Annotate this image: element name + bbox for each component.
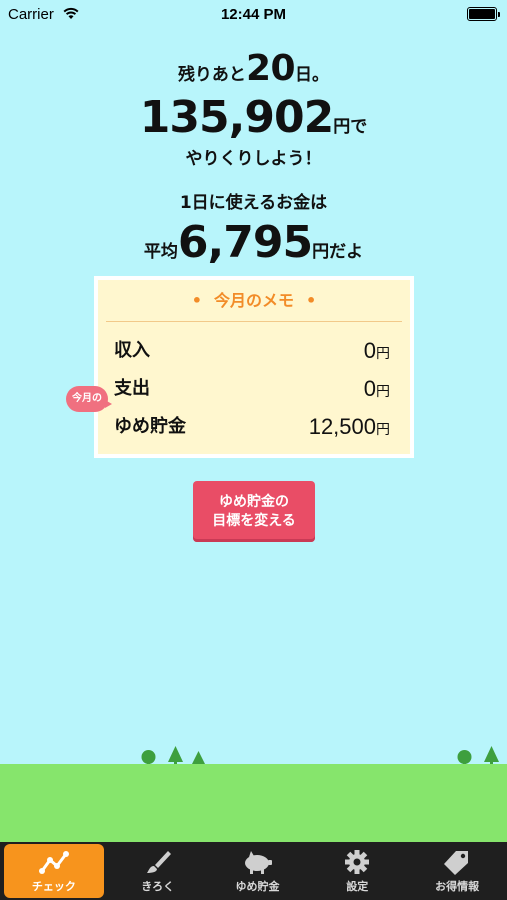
tab-record[interactable]: きろく <box>108 842 208 900</box>
expense-value: 0円 <box>364 374 390 407</box>
yen-unit: 円 <box>376 384 390 400</box>
days-prefix: 残りあと <box>177 65 246 85</box>
budget-summary: 残りあと20日。 135,902円で やりくりしよう！ 1日に使えるお金は 平均… <box>0 44 507 266</box>
tab-dream-savings-label: ゆめ貯金 <box>235 880 280 893</box>
dream-savings-label: ゆめ貯金 <box>114 416 186 437</box>
yen-unit: 円 <box>376 346 390 362</box>
tagline: やりくりしよう！ <box>185 149 322 169</box>
daily-amount: 6,795 <box>177 217 313 268</box>
days-suffix: 日。 <box>295 65 330 85</box>
monthly-memo-card: • 今月のメモ • 収入 0円 支出 0円 ゆめ貯金 12,500円 <box>94 276 414 458</box>
memo-title-text: 今月のメモ <box>213 291 294 310</box>
memo-row-expense: 支出 0円 <box>114 374 390 404</box>
memo-title: • 今月のメモ • <box>106 280 402 322</box>
income-value: 0円 <box>364 336 390 369</box>
daily-label: 1日に使えるお金は <box>179 193 328 213</box>
days-left-line: 残りあと20日。 <box>0 44 507 94</box>
battery-icon <box>467 7 500 21</box>
bullet-dot-icon: • <box>191 291 202 310</box>
income-label: 収入 <box>114 340 150 361</box>
dream-savings-amount: 12,500 <box>308 414 376 439</box>
gear-icon <box>345 850 370 874</box>
brush-icon <box>146 851 171 873</box>
bullet-dot-icon: • <box>306 291 317 310</box>
yen-unit: 円 <box>376 422 390 438</box>
tab-settings-label: 設定 <box>346 880 369 893</box>
dream-savings-value: 12,500円 <box>309 412 390 445</box>
expense-amount: 0 <box>363 376 376 401</box>
expense-label: 支出 <box>114 378 150 399</box>
change-dream-goal-button[interactable]: ゆめ貯金の 目標を変える <box>193 481 315 542</box>
memo-row-income: 収入 0円 <box>114 336 390 366</box>
piggy-bank-icon <box>245 851 273 874</box>
clock: 12:44 PM <box>220 6 287 23</box>
average-prefix: 平均 <box>143 242 178 262</box>
tab-deals-label: お得情報 <box>435 880 480 893</box>
tab-dream-savings[interactable]: ゆめ貯金 <box>208 842 308 900</box>
budget-suffix: 円で <box>333 117 368 137</box>
tab-bar: チェック きろく ゆめ貯金 設定 お得情報 <box>0 842 507 900</box>
grass-ground <box>0 764 507 842</box>
this-month-bubble: 今月の <box>66 386 112 412</box>
tab-check-label: チェック <box>31 880 76 893</box>
chart-line-icon <box>38 851 69 874</box>
memo-row-dream-savings: ゆめ貯金 12,500円 <box>114 412 390 442</box>
budget-amount: 135,902 <box>139 92 334 143</box>
price-tag-icon <box>444 851 469 875</box>
tab-settings[interactable]: 設定 <box>307 842 407 900</box>
budget-line: 135,902円で <box>0 94 507 142</box>
status-bar: Carrier 12:44 PM <box>0 0 507 30</box>
days-left-value: 20 <box>245 48 296 89</box>
tab-deals[interactable]: お得情報 <box>407 842 507 900</box>
goal-button-line1: ゆめ貯金の <box>219 493 289 510</box>
tab-record-label: きろく <box>141 880 175 893</box>
goal-button-line2: 目標を変える <box>212 512 296 529</box>
income-amount: 0 <box>363 338 376 363</box>
tab-check[interactable]: チェック <box>4 844 104 898</box>
daily-suffix: 円だよ <box>312 242 364 262</box>
daily-amount-line: 平均6,795円だよ <box>0 220 507 266</box>
